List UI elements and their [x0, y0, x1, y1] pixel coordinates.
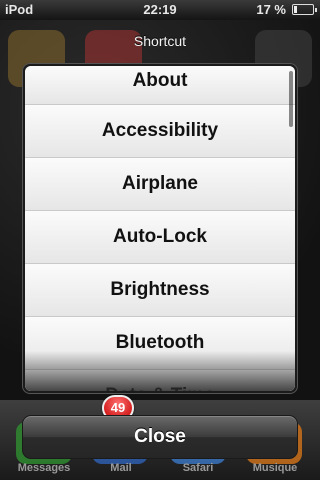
shortcut-item-date-time[interactable]: Date & Time [25, 370, 295, 391]
shortcut-item-bluetooth[interactable]: Bluetooth [25, 317, 295, 370]
scrollbar[interactable] [289, 71, 293, 127]
shortcut-item-airplane[interactable]: Airplane [25, 158, 295, 211]
dock-label-musique: Musique [252, 462, 298, 474]
dock-label-messages: Messages [17, 462, 71, 474]
dock-label-safari: Safari [182, 462, 214, 474]
battery-fill [294, 6, 297, 13]
shortcut-list[interactable]: About Accessibility Airplane Auto-Lock B… [25, 66, 295, 391]
shortcut-item-brightness[interactable]: Brightness [25, 264, 295, 317]
sheet-title: Shortcut [133, 33, 187, 49]
battery-icon [292, 4, 317, 15]
shortcut-item-accessibility[interactable]: Accessibility [25, 105, 295, 158]
dock-label-mail: Mail [110, 462, 132, 474]
shortcut-picker: About Accessibility Airplane Auto-Lock B… [22, 63, 298, 394]
close-button[interactable]: Close [22, 415, 298, 459]
battery-percent: 17 % [256, 2, 286, 17]
shortcut-item-about[interactable]: About [25, 66, 295, 105]
shortcut-item-auto-lock[interactable]: Auto-Lock [25, 211, 295, 264]
status-bar: iPod 22:19 17 % [0, 0, 320, 20]
